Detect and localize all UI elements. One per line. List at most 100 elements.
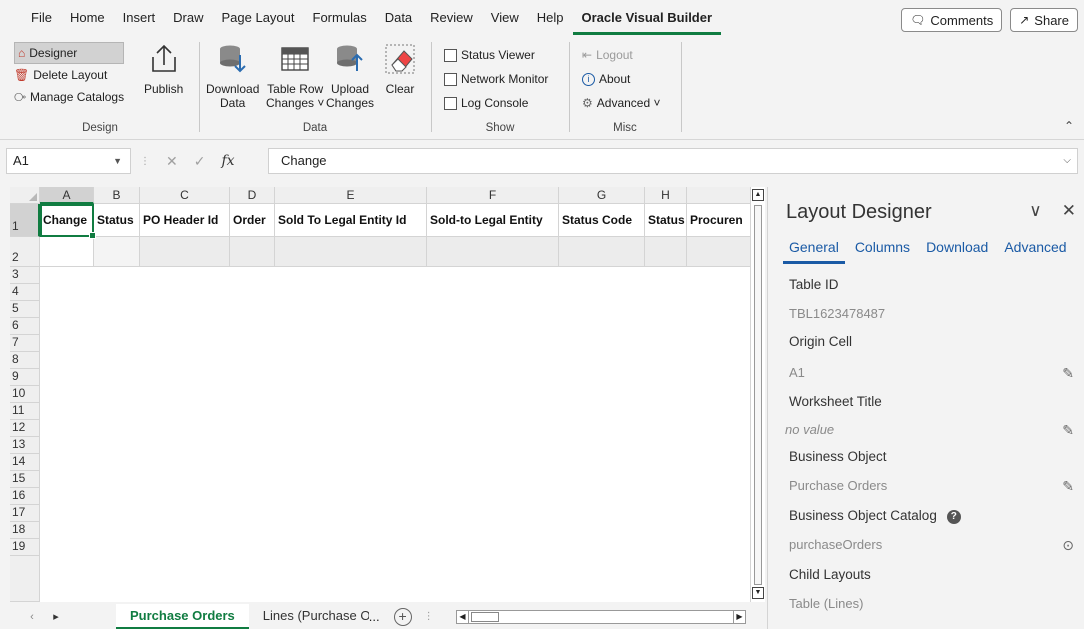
advanced-button[interactable]: ⚙ Advanced ˅ [582,92,660,114]
edit-pencil-icon[interactable]: ✎ [1062,478,1074,495]
tab-general[interactable]: General [783,239,845,264]
row-header[interactable]: 10 [10,386,40,403]
menu-home[interactable]: Home [61,5,114,31]
enter-icon[interactable]: ✓ [194,153,206,170]
header-cell[interactable]: Sold To Legal Entity Id [275,204,427,237]
data-cell[interactable] [40,237,94,267]
menu-data[interactable]: Data [376,5,421,31]
log-console-checkbox[interactable]: Log Console [444,92,548,114]
menu-formulas[interactable]: Formulas [304,5,376,31]
row-header[interactable]: 14 [10,454,40,471]
column-header-i[interactable] [687,187,757,204]
fx-icon[interactable]: fx [221,153,234,169]
row-header[interactable]: 15 [10,471,40,488]
name-box[interactable]: A1 ▼ [6,148,131,174]
menu-page-layout[interactable]: Page Layout [213,5,304,31]
header-cell[interactable]: Sold-to Legal Entity [427,204,559,237]
designer-button[interactable]: ⌂ Designer [14,42,125,64]
row-header[interactable]: 11 [10,403,40,420]
row-header[interactable]: 16 [10,488,40,505]
data-cell[interactable] [230,237,275,267]
row-header[interactable]: 19 [10,539,40,556]
menu-review[interactable]: Review [421,5,482,31]
close-icon[interactable]: ✕ [1062,201,1076,221]
formula-input[interactable]: Change ⌵ [268,148,1078,174]
data-cell[interactable] [94,237,140,267]
column-header-g[interactable]: G [559,187,645,204]
row-header[interactable]: 18 [10,522,40,539]
tab-next-icon[interactable]: ▸ [44,610,68,623]
manage-catalogs-button[interactable]: ⧂ Manage Catalogs [14,86,124,108]
tab-splitter-icon[interactable]: ⋮ [424,611,434,622]
logout-button[interactable]: ⇤ Logout [582,44,660,66]
collapse-ribbon-icon[interactable]: ⌃ [1064,119,1074,133]
upload-changes-button[interactable]: Upload Changes [326,42,374,110]
header-cell[interactable]: Status [94,204,140,237]
column-header-f[interactable]: F [427,187,559,204]
row-header[interactable]: 12 [10,420,40,437]
log-console-check[interactable] [444,96,457,110]
row-header[interactable]: 17 [10,505,40,522]
menu-draw[interactable]: Draw [164,5,212,31]
tab-advanced[interactable]: Advanced [998,239,1072,264]
pane-options-chevron-icon[interactable]: ∨ [1029,201,1041,221]
share-button[interactable]: ↗ Share [1010,8,1078,32]
row-header[interactable]: 1 [10,204,40,237]
row-header[interactable]: 6 [10,318,40,335]
scroll-thumb[interactable] [471,612,499,622]
menu-view[interactable]: View [482,5,528,31]
sheet-tab-purchase-orders[interactable]: Purchase Orders [116,604,249,629]
vertical-scrollbar[interactable]: ▲ ▼ [750,187,765,602]
column-header-b[interactable]: B [94,187,140,204]
column-header-h[interactable]: H [645,187,687,204]
comments-button[interactable]: 🗨︎ Comments [901,8,1003,32]
tab-columns[interactable]: Columns [849,239,916,264]
row-header[interactable]: 13 [10,437,40,454]
clear-button[interactable]: Clear [384,42,416,96]
header-cell[interactable]: PO Header Id [140,204,230,237]
delete-layout-button[interactable]: 🗑︎ Delete Layout [14,64,124,86]
edit-pencil-icon[interactable]: ✎ [1062,422,1074,439]
row-header[interactable]: 5 [10,301,40,318]
select-all-corner[interactable] [10,187,40,204]
column-header-a[interactable]: A [40,187,94,204]
scroll-up-icon[interactable]: ▲ [752,189,764,201]
menu-insert[interactable]: Insert [114,5,165,31]
spreadsheet-grid[interactable]: A B C D E F G H Change Status PO Header … [10,187,763,602]
header-cell[interactable]: Procuren [687,204,757,237]
scroll-right-icon[interactable]: ▶ [733,611,745,623]
row-header[interactable]: 9 [10,369,40,386]
scroll-down-icon[interactable]: ▼ [752,587,764,599]
status-viewer-checkbox[interactable]: Status Viewer [444,44,548,66]
menu-oracle-visual-builder[interactable]: Oracle Visual Builder [572,5,722,35]
expand-formula-icon[interactable]: ⌵ [1063,149,1071,173]
header-cell[interactable]: Status Code [559,204,645,237]
sheet-tab-lines[interactable]: Lines (Purchase Orders) [249,604,369,629]
data-cell[interactable] [645,237,687,267]
help-icon[interactable]: ? [946,510,961,524]
data-cell[interactable] [559,237,645,267]
network-monitor-check[interactable] [444,72,457,86]
download-data-button[interactable]: Download Data [206,42,259,110]
edit-pencil-icon[interactable]: ✎ [1062,365,1074,382]
child-layouts-value[interactable]: Table (Lines) [789,596,1074,611]
column-header-e[interactable]: E [275,187,427,204]
network-monitor-checkbox[interactable]: Network Monitor [444,68,548,90]
menu-file[interactable]: File [22,5,61,31]
column-header-c[interactable]: C [140,187,230,204]
status-viewer-check[interactable] [444,48,457,62]
menu-help[interactable]: Help [528,5,573,31]
data-cell[interactable] [275,237,427,267]
column-header-d[interactable]: D [230,187,275,204]
row-header[interactable]: 8 [10,352,40,369]
about-button[interactable]: i About [582,68,660,90]
scroll-track[interactable] [754,205,762,585]
cancel-icon[interactable]: ✕ [166,153,178,170]
more-tabs[interactable]: ... [369,609,380,624]
header-cell[interactable]: Status [645,204,687,237]
tab-prev-icon[interactable]: ‹ [20,611,44,623]
data-cell[interactable] [140,237,230,267]
view-catalog-icon[interactable]: ⊙ [1062,537,1074,554]
data-cell[interactable] [427,237,559,267]
tab-download[interactable]: Download [920,239,994,264]
